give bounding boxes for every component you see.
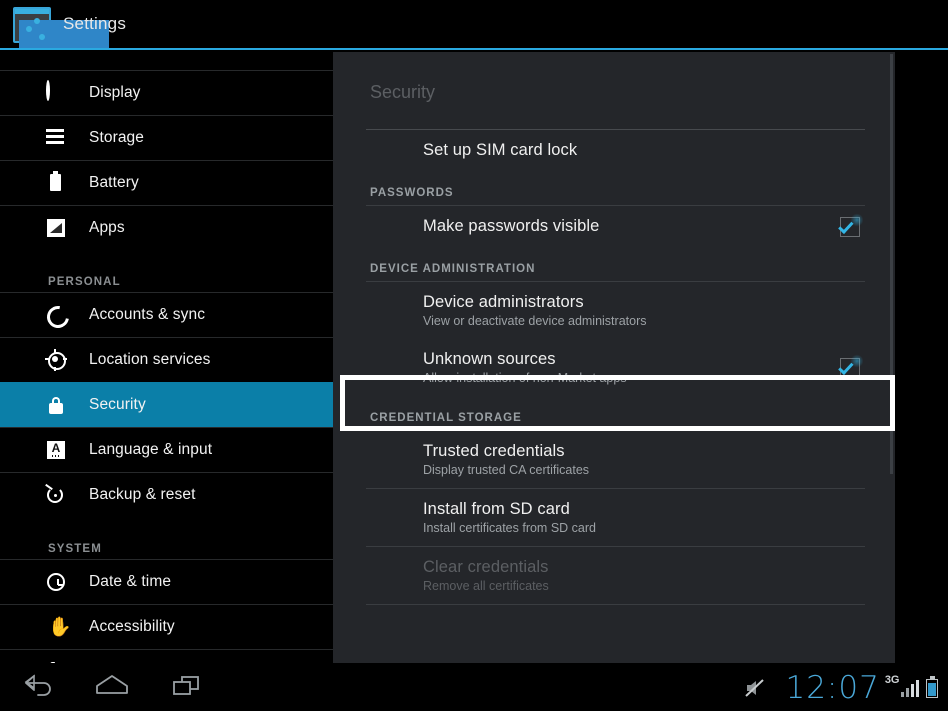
location-icon <box>45 349 67 371</box>
network-type-label: 3G <box>884 674 900 686</box>
sidebar-item-label: Security <box>89 396 146 413</box>
row-install-from-sd-card[interactable]: Install from SD card Install certificate… <box>333 489 895 546</box>
icon-top-accent <box>15 9 49 14</box>
section-header-device-administration: DEVICE ADMINISTRATION <box>370 263 536 275</box>
sidebar-item-label: Apps <box>89 219 125 236</box>
row-title: Device administrators <box>423 293 584 311</box>
row-device-administrators[interactable]: Device administrators View or deactivate… <box>333 282 895 339</box>
sidebar-item-location-services[interactable]: Location services <box>0 337 333 382</box>
row-title: Unknown sources <box>423 350 556 368</box>
row-title: Make passwords visible <box>423 217 600 235</box>
icon-knob-2 <box>26 26 32 32</box>
sidebar-item-security[interactable]: Security <box>0 382 333 427</box>
storage-icon <box>45 127 67 149</box>
back-icon[interactable] <box>14 671 60 703</box>
sidebar-item-label: Accessibility <box>89 618 175 635</box>
brightness-icon <box>45 80 67 104</box>
backup-restore-icon <box>45 483 67 506</box>
hand-icon: ✋ <box>48 617 72 638</box>
section-header-passwords: PASSWORDS <box>370 187 454 199</box>
row-set-up-sim-card-lock[interactable]: Set up SIM card lock <box>333 130 895 171</box>
home-icon[interactable] <box>89 671 135 703</box>
clock: 12:07 <box>785 670 880 706</box>
page-title: Settings <box>63 14 127 33</box>
row-title: Clear credentials <box>423 558 549 576</box>
sidebar-item-label: Language & input <box>89 441 213 458</box>
sidebar-item-label: Display <box>89 84 141 101</box>
row-trusted-credentials[interactable]: Trusted credentials Display trusted CA c… <box>333 431 895 488</box>
signal-bars-icon <box>900 679 919 697</box>
row-subtitle: Install certificates from SD card <box>423 521 596 535</box>
sidebar-item-battery[interactable]: Battery <box>0 160 333 205</box>
language-icon: A <box>45 439 67 461</box>
sidebar-item-display[interactable]: Display <box>0 70 333 115</box>
sidebar-item-storage[interactable]: Storage <box>0 115 333 160</box>
sidebar-item-backup-reset[interactable]: Backup & reset <box>0 472 333 517</box>
volume-muted-icon[interactable] <box>743 677 769 699</box>
sidebar-item-language-input[interactable]: A Language & input <box>0 427 333 472</box>
sidebar-item-developer-options[interactable]: { } Developer options <box>0 649 333 663</box>
unknown-sources-checkbox[interactable] <box>840 353 863 378</box>
sync-icon <box>42 301 74 333</box>
sidebar-item-label: Accounts & sync <box>89 306 206 323</box>
icon-knob-3 <box>39 34 45 40</box>
battery-icon <box>45 171 67 194</box>
row-subtitle: Display trusted CA certificates <box>423 463 590 477</box>
row-clear-credentials: Clear credentials Remove all certificate… <box>333 547 895 604</box>
status-bar: 12:07 3G <box>743 668 938 708</box>
divider <box>366 604 865 605</box>
section-header-credential-storage: CREDENTIAL STORAGE <box>370 412 522 424</box>
sidebar-item-label: Storage <box>89 129 144 146</box>
row-make-passwords-visible[interactable]: Make passwords visible <box>333 206 895 247</box>
row-unknown-sources[interactable]: Unknown sources Allow installation of no… <box>333 339 895 396</box>
row-title: Trusted credentials <box>423 442 565 460</box>
icon-knob-1 <box>34 18 40 24</box>
sidebar-item-label: Backup & reset <box>89 486 196 503</box>
panel-title: Security <box>370 82 436 102</box>
row-subtitle: Allow installation of non-Market apps <box>423 371 627 385</box>
panel-scrollbar[interactable] <box>890 54 893 474</box>
title-bar: Settings <box>0 0 948 76</box>
make-passwords-visible-checkbox[interactable] <box>840 212 863 237</box>
security-settings-panel: Security Set up SIM card lock PASSWORDS … <box>333 52 895 663</box>
sidebar-item-accessibility[interactable]: ✋ Accessibility <box>0 604 333 649</box>
sidebar-item-sound-clipped[interactable]: Sound <box>45 50 90 56</box>
sidebar-item-apps[interactable]: Apps <box>0 205 333 250</box>
sidebar-header-system: SYSTEM <box>48 543 102 555</box>
sidebar-item-label: Battery <box>89 174 139 191</box>
settings-sidebar[interactable]: Sound Display Storage Battery Apps PERSO… <box>0 50 333 663</box>
sidebar-item-date-time[interactable]: Date & time <box>0 559 333 604</box>
recent-apps-icon[interactable] <box>163 671 209 703</box>
clock-icon <box>45 571 67 593</box>
sidebar-item-accounts-sync[interactable]: Accounts & sync <box>0 292 333 337</box>
sidebar-item-label: Date & time <box>89 573 172 590</box>
battery-icon <box>926 675 938 698</box>
lock-icon <box>45 394 67 416</box>
sidebar-item-label: Location services <box>89 351 211 368</box>
row-title: Install from SD card <box>423 500 570 518</box>
row-title: Set up SIM card lock <box>423 141 578 159</box>
row-subtitle: View or deactivate device administrators <box>423 314 647 328</box>
row-subtitle: Remove all certificates <box>423 579 549 593</box>
apps-icon <box>45 217 67 239</box>
sidebar-header-personal: PERSONAL <box>48 276 121 288</box>
settings-sliders-icon <box>13 7 109 76</box>
